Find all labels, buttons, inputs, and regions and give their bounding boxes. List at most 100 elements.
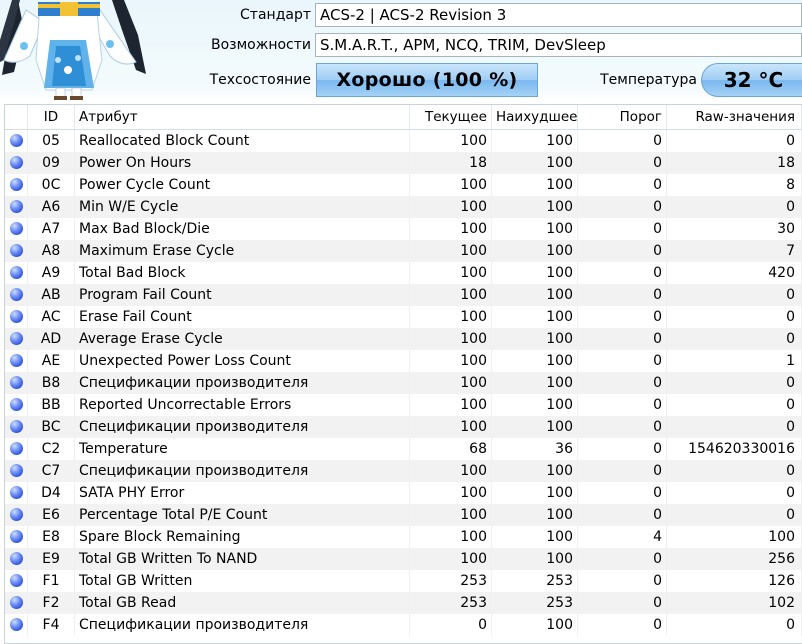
worst-value: 100	[491, 129, 578, 152]
status-cell	[5, 526, 28, 548]
worst-value: 100	[491, 240, 578, 262]
attribute-name: Temperature	[74, 438, 410, 460]
table-row[interactable]: B8 Спецификации производителя 100 100 0 0	[5, 372, 802, 394]
smart-attributes-table[interactable]: ID Атрибут Текущее Наихудшее Порог Raw-з…	[4, 104, 802, 644]
header-raw[interactable]: Raw-значения	[666, 105, 802, 130]
attribute-name: Spare Block Remaining	[74, 526, 410, 548]
attribute-id: BC	[27, 416, 75, 438]
threshold-value: 0	[577, 460, 667, 482]
header-id[interactable]: ID	[27, 105, 75, 130]
temperature-row: Температура 32 °C	[582, 63, 802, 97]
table-row[interactable]: F2 Total GB Read 253 253 0 102	[5, 592, 802, 614]
table-row[interactable]: A7 Max Bad Block/Die 100 100 0 30	[5, 218, 802, 240]
raw-value: 0	[666, 129, 802, 152]
header-current[interactable]: Текущее	[409, 105, 492, 130]
status-good-icon	[9, 309, 23, 323]
table-row[interactable]: AC Erase Fail Count 100 100 0 0	[5, 306, 802, 328]
status-good-icon	[9, 507, 23, 521]
threshold-value: 0	[577, 196, 667, 218]
attribute-name: Power Cycle Count	[74, 174, 410, 196]
table-row[interactable]: F4 Спецификации производителя 0 100 0 0	[5, 614, 802, 636]
table-row[interactable]: D4 SATA PHY Error 100 100 0 0	[5, 482, 802, 504]
worst-value: 36	[491, 438, 578, 460]
temperature-badge[interactable]: 32 °C	[701, 63, 802, 97]
features-value-field[interactable]: S.M.A.R.T., APM, NCQ, TRIM, DevSleep	[315, 33, 802, 57]
table-row[interactable]: E9 Total GB Written To NAND 100 100 0 256	[5, 548, 802, 570]
table-row[interactable]: E8 Spare Block Remaining 100 100 4 100	[5, 526, 802, 548]
table-header-row: ID Атрибут Текущее Наихудшее Порог Raw-з…	[5, 105, 802, 130]
worst-value: 100	[491, 504, 578, 526]
table-row[interactable]: A8 Maximum Erase Cycle 100 100 0 7	[5, 240, 802, 262]
table-row[interactable]: BB Reported Uncorrectable Errors 100 100 0 0	[5, 394, 802, 416]
table-row[interactable]: 09 Power On Hours 18 100 0 18	[5, 152, 802, 174]
status-cell	[5, 218, 28, 240]
attribute-name: Average Erase Cycle	[74, 328, 410, 350]
raw-value: 154620330016	[666, 438, 802, 460]
status-good-icon	[9, 133, 23, 147]
status-cell	[5, 438, 28, 460]
status-good-icon	[9, 199, 23, 213]
table-row[interactable]: F1 Total GB Written 253 253 0 126	[5, 570, 802, 592]
header-attribute[interactable]: Атрибут	[74, 105, 410, 130]
raw-value: 0	[666, 416, 802, 438]
standard-value-field[interactable]: ACS-2 | ACS-2 Revision 3	[315, 3, 802, 27]
worst-value: 100	[491, 328, 578, 350]
current-value: 100	[409, 284, 492, 306]
attribute-name: Спецификации производителя	[74, 372, 410, 394]
standard-label: Стандарт	[240, 7, 311, 23]
current-value: 100	[409, 548, 492, 570]
health-status-badge[interactable]: Хорошо (100 %)	[316, 63, 538, 97]
threshold-value: 0	[577, 328, 667, 350]
table-row[interactable]: C2 Temperature 68 36 0 154620330016	[5, 438, 802, 460]
status-cell	[5, 504, 28, 526]
worst-value: 100	[491, 152, 578, 174]
current-value: 100	[409, 196, 492, 218]
table-row[interactable]: 05 Reallocated Block Count 100 100 0 0	[5, 129, 802, 152]
table-row[interactable]: AB Program Fail Count 100 100 0 0	[5, 284, 802, 306]
status-good-icon	[9, 155, 23, 169]
header-status[interactable]	[5, 105, 28, 130]
table-row[interactable]: AE Unexpected Power Loss Count 100 100 0 1	[5, 350, 802, 372]
header-threshold[interactable]: Порог	[577, 105, 667, 130]
raw-value: 0	[666, 504, 802, 526]
current-value: 68	[409, 438, 492, 460]
raw-value: 0	[666, 460, 802, 482]
table-row[interactable]: BC Спецификации производителя 100 100 0 0	[5, 416, 802, 438]
attribute-id: A6	[27, 196, 75, 218]
raw-value: 0	[666, 482, 802, 504]
features-row: Возможности S.M.A.R.T., APM, NCQ, TRIM, …	[150, 33, 802, 57]
status-good-icon	[9, 551, 23, 565]
worst-value: 100	[491, 372, 578, 394]
status-good-icon	[9, 287, 23, 301]
table-row[interactable]: AD Average Erase Cycle 100 100 0 0	[5, 328, 802, 350]
status-cell	[5, 460, 28, 482]
status-good-icon	[9, 617, 23, 631]
table-row[interactable]: A9 Total Bad Block 100 100 0 420	[5, 262, 802, 284]
status-good-icon	[9, 331, 23, 345]
status-good-icon	[9, 441, 23, 455]
status-good-icon	[9, 595, 23, 609]
attribute-id: A7	[27, 218, 75, 240]
table-row[interactable]: E6 Percentage Total P/E Count 100 100 0 0	[5, 504, 802, 526]
table-row[interactable]: A6 Min W/E Cycle 100 100 0 0	[5, 196, 802, 218]
attribute-name: Total GB Written	[74, 570, 410, 592]
table-row[interactable]: 0C Power Cycle Count 100 100 0 8	[5, 174, 802, 196]
table-row[interactable]: C7 Спецификации производителя 100 100 0 0	[5, 460, 802, 482]
worst-value: 100	[491, 284, 578, 306]
worst-value: 100	[491, 306, 578, 328]
threshold-value: 0	[577, 350, 667, 372]
header-worst[interactable]: Наихудшее	[491, 105, 578, 130]
attribute-id: F4	[27, 614, 75, 636]
health-row: Техсостояние Хорошо (100 %)	[150, 63, 538, 97]
worst-value: 100	[491, 350, 578, 372]
status-cell	[5, 306, 28, 328]
threshold-value: 0	[577, 372, 667, 394]
current-value: 100	[409, 482, 492, 504]
status-good-icon	[9, 265, 23, 279]
raw-value: 1	[666, 350, 802, 372]
status-good-icon	[9, 463, 23, 477]
attribute-id: C7	[27, 460, 75, 482]
attribute-name: Maximum Erase Cycle	[74, 240, 410, 262]
status-cell	[5, 372, 28, 394]
worst-value: 100	[491, 416, 578, 438]
